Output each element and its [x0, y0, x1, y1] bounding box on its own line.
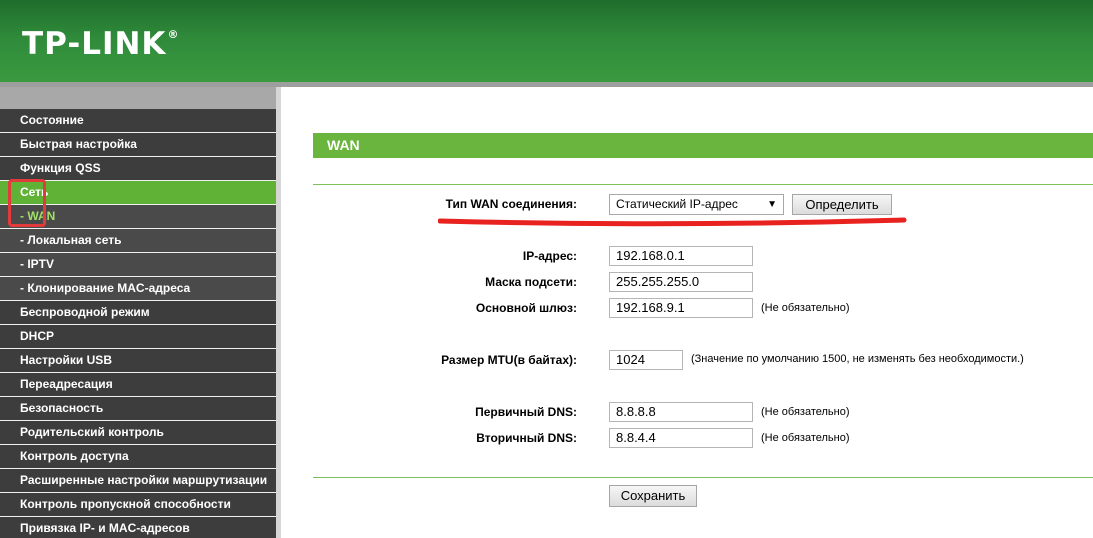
sidebar-top-bar — [0, 87, 276, 109]
gateway-note: (Не обязательно) — [761, 302, 850, 314]
dns1-note: (Не обязательно) — [761, 406, 850, 418]
wan-type-select[interactable]: Статический IP-адрес ▼ — [609, 194, 784, 215]
tp-link-logo: TP-LINK® — [22, 26, 179, 62]
dns2-note: (Не обязательно) — [761, 432, 850, 444]
ip-address-field[interactable]: 192.168.0.1 — [609, 246, 753, 266]
sidebar-item-lan[interactable]: - Локальная сеть — [0, 229, 276, 252]
main-panel: WAN Тип WAN соединения: Статический IP-а… — [281, 87, 1093, 538]
mask-label: Маска подсети: — [485, 275, 577, 289]
secondary-dns-field[interactable]: 8.8.4.4 — [609, 428, 753, 448]
sidebar-item-status[interactable]: Состояние — [0, 109, 276, 132]
mtu-field[interactable]: 1024 — [609, 350, 683, 370]
mtu-label: Размер MTU(в байтах): — [441, 353, 577, 367]
dns1-label: Первичный DNS: — [475, 405, 577, 419]
sidebar-item-iptv[interactable]: - IPTV — [0, 253, 276, 276]
dropdown-arrow-icon: ▼ — [767, 199, 777, 210]
sidebar-item-dhcp[interactable]: DHCP — [0, 325, 276, 348]
mtu-note: (Значение по умолчанию 1500, не изменять… — [691, 353, 1024, 365]
dns2-label: Вторичный DNS: — [476, 431, 577, 445]
section-title: WAN — [313, 133, 1093, 158]
save-button[interactable]: Сохранить — [609, 485, 697, 507]
sidebar-item-parental-control[interactable]: Родительский контроль — [0, 421, 276, 444]
annotation-underline — [438, 217, 907, 227]
sidebar-item-usb[interactable]: Настройки USB — [0, 349, 276, 372]
primary-dns-field[interactable]: 8.8.8.8 — [609, 402, 753, 422]
sidebar-item-security[interactable]: Безопасность — [0, 397, 276, 420]
sidebar-item-mac-clone[interactable]: - Клонирование MAC-адреса — [0, 277, 276, 300]
sidebar-item-advanced-routing[interactable]: Расширенные настройки маршрутизации — [0, 469, 276, 492]
sidebar: Состояние Быстрая настройка Функция QSS … — [0, 87, 281, 538]
registered-mark: ® — [167, 28, 180, 41]
annotation-highlight-box — [8, 179, 46, 227]
sidebar-item-forwarding[interactable]: Переадресация — [0, 373, 276, 396]
sidebar-item-access-control[interactable]: Контроль доступа — [0, 445, 276, 468]
header: TP-LINK® — [0, 0, 1093, 82]
logo-text: TP-LINK — [22, 26, 167, 62]
gateway-label: Основной шлюз: — [475, 301, 577, 315]
ip-label: IP-адрес: — [522, 249, 577, 263]
top-divider — [313, 184, 1093, 185]
detect-button[interactable]: Определить — [792, 194, 892, 215]
wan-type-label: Тип WAN соединения: — [445, 197, 577, 211]
wan-type-selected-value: Статический IP-адрес — [616, 197, 738, 211]
sidebar-item-bandwidth-control[interactable]: Контроль пропускной способности — [0, 493, 276, 516]
gateway-field[interactable]: 192.168.9.1 — [609, 298, 753, 318]
bottom-divider — [313, 477, 1093, 478]
sidebar-item-qss[interactable]: Функция QSS — [0, 157, 276, 180]
subnet-mask-field[interactable]: 255.255.255.0 — [609, 272, 753, 292]
sidebar-item-quick-setup[interactable]: Быстрая настройка — [0, 133, 276, 156]
sidebar-item-wireless[interactable]: Беспроводной режим — [0, 301, 276, 324]
sidebar-item-ip-mac-binding[interactable]: Привязка IP- и MAC-адресов — [0, 517, 276, 538]
